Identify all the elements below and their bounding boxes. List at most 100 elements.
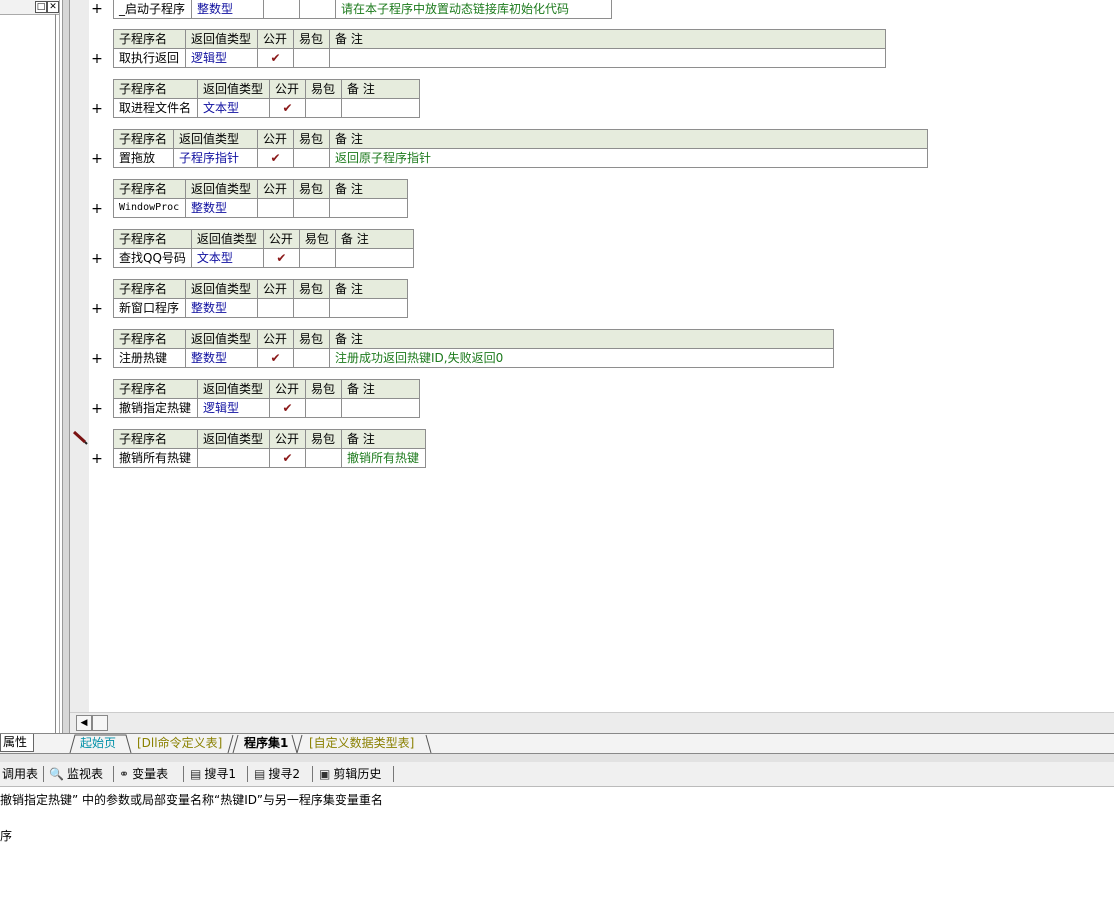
cell-remark[interactable] xyxy=(341,98,420,118)
cell-ret[interactable]: 整数型 xyxy=(185,198,258,218)
cell-ret[interactable]: 整数型 xyxy=(185,298,258,318)
expand-icon[interactable]: + xyxy=(90,252,104,266)
call-table-button[interactable]: 调用表 xyxy=(2,765,38,783)
cell-remark[interactable]: 返回原子程序指针 xyxy=(329,148,928,168)
cell-name[interactable]: 查找QQ号码 xyxy=(113,248,192,268)
cell-remark[interactable]: 请在本子程序中放置动态链接库初始化代码 xyxy=(335,0,612,19)
expand-icon[interactable]: + xyxy=(90,302,104,316)
cell-remark[interactable]: 撤销所有热键 xyxy=(341,448,426,468)
header-pub: 公开 xyxy=(257,279,294,299)
cell-pack[interactable] xyxy=(299,0,336,19)
header-name: 子程序名 xyxy=(113,279,186,299)
header-pack: 易包 xyxy=(293,279,330,299)
public-check[interactable]: ✔ xyxy=(262,248,300,268)
scroll-left-icon[interactable]: ◀ xyxy=(76,715,92,731)
expand-icon[interactable]: + xyxy=(90,52,104,66)
expand-icon[interactable]: + xyxy=(90,102,104,116)
cell-remark[interactable] xyxy=(341,398,420,418)
header-pack: 易包 xyxy=(293,29,330,49)
expand-icon[interactable]: + xyxy=(90,152,104,166)
expand-icon[interactable]: + xyxy=(90,2,104,16)
scroll-thumb[interactable] xyxy=(92,715,108,731)
header-ret: 返回值类型 xyxy=(197,79,270,99)
cell-ret[interactable] xyxy=(197,448,270,468)
tab-properties[interactable]: 属性 xyxy=(0,734,34,752)
cell-name[interactable]: 新窗口程序 xyxy=(113,298,186,318)
search-icon: 🔍 xyxy=(49,767,64,781)
cell-ret[interactable]: 文本型 xyxy=(190,248,264,268)
cell-remark[interactable] xyxy=(329,298,408,318)
watch-table-button[interactable]: 🔍 监视表 xyxy=(49,765,103,783)
header-name: 子程序名 xyxy=(113,179,186,199)
header-pack: 易包 xyxy=(305,429,342,449)
cell-name[interactable]: 注册热键 xyxy=(113,348,186,368)
public-check[interactable]: ✔ xyxy=(257,348,294,368)
cell-name[interactable]: 取进程文件名 xyxy=(113,98,198,118)
expand-icon[interactable]: + xyxy=(90,202,104,216)
search1-label: 搜寻1 xyxy=(204,767,236,781)
cell-pack[interactable] xyxy=(305,448,342,468)
public-check[interactable]: ✔ xyxy=(269,398,306,418)
cell-name[interactable]: 置拖放 xyxy=(113,148,174,168)
expand-icon[interactable]: + xyxy=(90,402,104,416)
public-check[interactable] xyxy=(263,0,300,19)
header-name: 子程序名 xyxy=(113,329,186,349)
toolbar-separator xyxy=(183,766,184,782)
header-pub: 公开 xyxy=(257,29,294,49)
clip-history-button[interactable]: ▣ 剪辑历史 xyxy=(319,765,381,783)
cell-name[interactable]: _启动子程序 xyxy=(113,0,192,19)
header-remark: 备 注 xyxy=(329,279,408,299)
header-ret: 返回值类型 xyxy=(173,129,258,149)
horizontal-scrollbar[interactable]: ◀ xyxy=(70,712,1114,733)
cell-pack[interactable] xyxy=(293,298,330,318)
cell-name[interactable]: 取执行返回 xyxy=(113,48,186,68)
cell-name[interactable]: 撤销所有热键 xyxy=(113,448,198,468)
subprogram-table: _启动子程序 整数型 请在本子程序中放置动态链接库初始化代码 xyxy=(113,0,612,19)
cell-remark[interactable] xyxy=(334,248,414,268)
cell-pack[interactable] xyxy=(305,98,342,118)
variables-icon: ⚭ xyxy=(119,767,130,781)
header-remark: 备 注 xyxy=(329,29,886,49)
search2-button[interactable]: ▤ 搜寻2 xyxy=(254,765,300,783)
cell-pack[interactable] xyxy=(293,48,330,68)
public-check[interactable]: ✔ xyxy=(257,48,294,68)
variable-table-button[interactable]: ⚭ 变量表 xyxy=(119,765,168,783)
public-check[interactable]: ✔ xyxy=(269,98,306,118)
cell-remark[interactable] xyxy=(329,48,886,68)
close-icon[interactable]: ✕ xyxy=(47,1,59,13)
header-remark: 备 注 xyxy=(329,129,928,149)
public-check[interactable] xyxy=(257,298,294,318)
cell-pack[interactable] xyxy=(298,248,336,268)
header-pub: 公开 xyxy=(269,79,306,99)
cell-pack[interactable] xyxy=(305,398,342,418)
header-ret: 返回值类型 xyxy=(197,429,270,449)
cell-ret[interactable]: 子程序指针 xyxy=(173,148,258,168)
expand-icon[interactable]: + xyxy=(90,352,104,366)
cell-ret[interactable]: 逻辑型 xyxy=(185,48,258,68)
panel-splitter[interactable] xyxy=(62,0,70,734)
cell-pack[interactable] xyxy=(293,148,330,168)
cell-pack[interactable] xyxy=(293,198,330,218)
bottom-toolbar: 调用表 🔍 监视表 ⚭ 变量表 ▤ 搜寻1 ▤ 搜寻2 ▣ 剪辑历史 xyxy=(0,762,1114,787)
cell-name[interactable]: WindowProc xyxy=(113,198,186,218)
toolbar-gap xyxy=(0,754,1114,762)
search1-button[interactable]: ▤ 搜寻1 xyxy=(190,765,236,783)
cell-name[interactable]: 撤销指定热键 xyxy=(113,398,198,418)
cell-ret[interactable]: 整数型 xyxy=(185,348,258,368)
header-pack: 易包 xyxy=(293,179,330,199)
header-ret: 返回值类型 xyxy=(185,29,258,49)
cell-remark[interactable] xyxy=(329,198,408,218)
restore-icon[interactable]: □ xyxy=(35,1,47,13)
header-name: 子程序名 xyxy=(113,429,198,449)
cell-remark[interactable]: 注册成功返回热键ID,失败返回0 xyxy=(329,348,834,368)
public-check[interactable]: ✔ xyxy=(257,148,294,168)
cell-pack[interactable] xyxy=(293,348,330,368)
header-remark: 备 注 xyxy=(341,79,420,99)
expand-icon[interactable]: + xyxy=(90,452,104,466)
public-check[interactable] xyxy=(257,198,294,218)
cell-ret[interactable]: 整数型 xyxy=(191,0,264,19)
public-check[interactable]: ✔ xyxy=(269,448,306,468)
cell-ret[interactable]: 文本型 xyxy=(197,98,270,118)
cell-ret[interactable]: 逻辑型 xyxy=(197,398,270,418)
header-name: 子程序名 xyxy=(113,129,174,149)
